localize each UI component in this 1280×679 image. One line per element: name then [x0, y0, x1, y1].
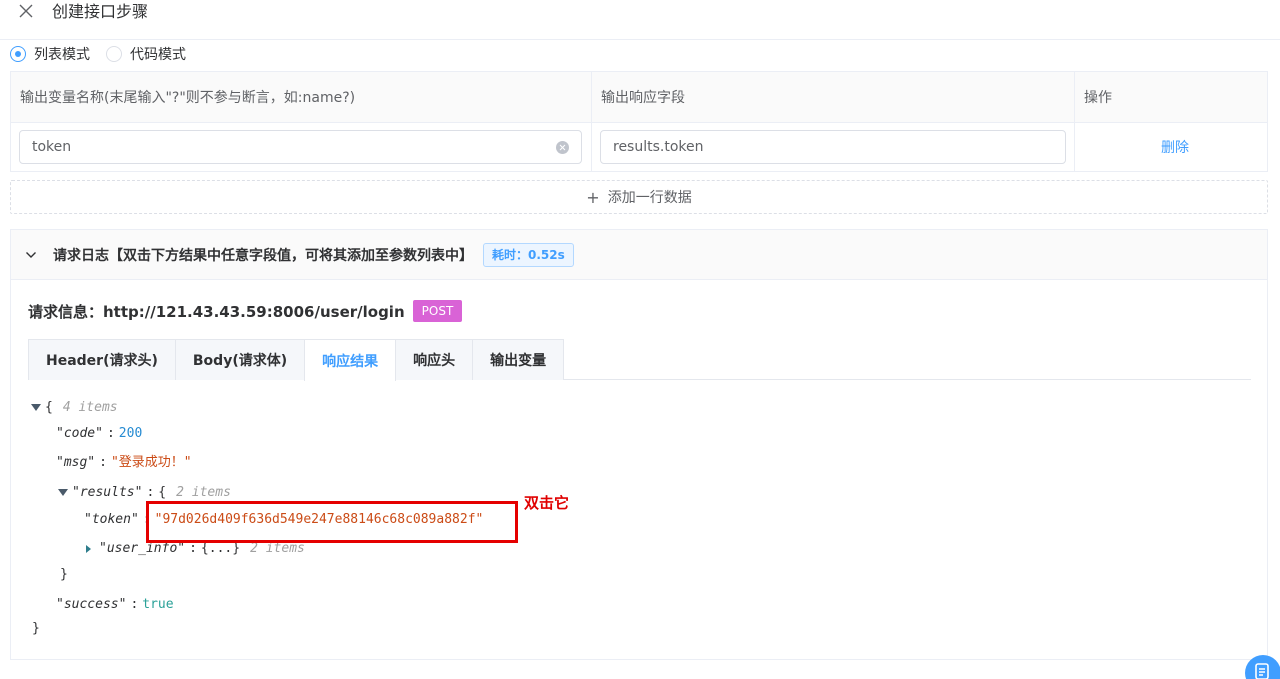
- json-key[interactable]: "code": [56, 426, 103, 441]
- radio-unchecked-icon: [106, 46, 122, 62]
- json-key[interactable]: "msg": [56, 455, 95, 470]
- add-row-button[interactable]: + 添加一行数据: [10, 180, 1268, 214]
- radio-checked-icon: [10, 46, 26, 62]
- time-badge: 耗时： 0.52s: [483, 242, 574, 267]
- log-header[interactable]: 请求日志【双击下方结果中任意字段值，可将其添加至参数列表中】 耗时： 0.52s: [11, 230, 1267, 280]
- delete-button[interactable]: 删除: [1083, 137, 1267, 157]
- json-key[interactable]: "results": [72, 485, 142, 500]
- method-badge: POST: [412, 300, 463, 322]
- page-title: 创建接口步骤: [52, 2, 149, 21]
- column-header-var-name: 输出变量名称(末尾输入"?"则不参与断言，如:name?): [11, 72, 592, 122]
- list-mode-radio[interactable]: 列表模式: [10, 44, 90, 64]
- json-meta: 2 items: [250, 541, 305, 556]
- json-meta: 2 items: [176, 485, 231, 500]
- json-line-code: "code":200: [56, 426, 143, 441]
- column-header-field: 输出响应字段: [592, 72, 1075, 122]
- json-line-success: "success": true: [56, 597, 174, 612]
- json-line-msg: "msg": "登录成功！": [56, 455, 192, 470]
- add-row-label: 添加一行数据: [607, 190, 692, 206]
- request-log-panel: 请求日志【双击下方结果中任意字段值，可将其添加至参数列表中】 耗时： 0.52s…: [10, 229, 1268, 660]
- mode-radio-group: 列表模式 代码模式: [10, 44, 202, 64]
- log-title: 请求日志【双击下方结果中任意字段值，可将其添加至参数列表中】: [53, 247, 473, 264]
- response-field-value: results.token: [613, 139, 704, 155]
- tab-header[interactable]: Header(请求头): [28, 339, 176, 380]
- json-value[interactable]: {...}: [201, 541, 240, 556]
- json-value[interactable]: true: [142, 597, 173, 612]
- request-info: 请求信息：http://121.43.43.59:8006/user/login…: [28, 300, 463, 322]
- json-key[interactable]: "token": [84, 512, 139, 527]
- tab-body[interactable]: Body(请求体): [174, 339, 306, 380]
- time-label: 耗时：: [492, 248, 529, 262]
- json-root-open: {4 items: [31, 400, 118, 416]
- var-name-cell: token: [11, 123, 592, 171]
- top-bar: 创建接口步骤: [0, 0, 1280, 40]
- var-name-value: token: [32, 139, 72, 155]
- table-row: token results.token 删除: [11, 123, 1267, 171]
- request-info-text: 请求信息：http://121.43.43.59:8006/user/login: [28, 302, 405, 321]
- collapse-triangle-icon[interactable]: [58, 489, 68, 496]
- var-name-input[interactable]: token: [19, 130, 582, 164]
- field-cell: results.token: [592, 123, 1075, 171]
- time-value: 0.52s: [528, 247, 565, 262]
- json-line-user-info: "user_info": {...} 2 items: [86, 541, 305, 557]
- json-results-close: }: [60, 567, 68, 582]
- action-cell: 删除: [1075, 123, 1267, 171]
- json-value[interactable]: 200: [119, 426, 142, 441]
- close-icon[interactable]: [16, 2, 36, 22]
- response-tabs: Header(请求头) Body(请求体) 响应结果 响应头 输出变量: [28, 339, 1251, 381]
- tab-response-result[interactable]: 响应结果: [304, 339, 397, 381]
- column-header-action: 操作: [1075, 72, 1267, 122]
- floating-doc-button[interactable]: [1245, 655, 1280, 679]
- table-header-row: 输出变量名称(末尾输入"?"则不参与断言，如:name?) 输出响应字段 操作: [11, 72, 1267, 123]
- plus-icon: +: [586, 187, 600, 207]
- collapse-triangle-icon[interactable]: [31, 404, 41, 411]
- json-value[interactable]: "登录成功！": [111, 455, 192, 470]
- json-key[interactable]: "user_info": [99, 541, 185, 556]
- output-variable-table: 输出变量名称(末尾输入"?"则不参与断言，如:name?) 输出响应字段 操作 …: [10, 71, 1268, 172]
- response-field-input[interactable]: results.token: [600, 130, 1066, 164]
- chevron-down-icon: [26, 251, 36, 258]
- tab-output-variables[interactable]: 输出变量: [472, 339, 565, 380]
- list-mode-label: 列表模式: [34, 47, 90, 63]
- code-mode-radio[interactable]: 代码模式: [106, 44, 186, 64]
- tab-response-headers[interactable]: 响应头: [395, 339, 474, 380]
- document-icon: [1255, 663, 1269, 679]
- json-root-close: }: [32, 621, 40, 636]
- annotation-label: 双击它: [524, 494, 570, 512]
- code-mode-label: 代码模式: [130, 47, 186, 63]
- highlight-box: [146, 501, 518, 543]
- json-line-results: "results":{2 items: [58, 485, 231, 501]
- expand-triangle-icon[interactable]: [86, 544, 91, 553]
- json-key[interactable]: "success": [56, 597, 126, 612]
- json-meta: 4 items: [62, 400, 118, 415]
- clear-icon[interactable]: [556, 141, 569, 154]
